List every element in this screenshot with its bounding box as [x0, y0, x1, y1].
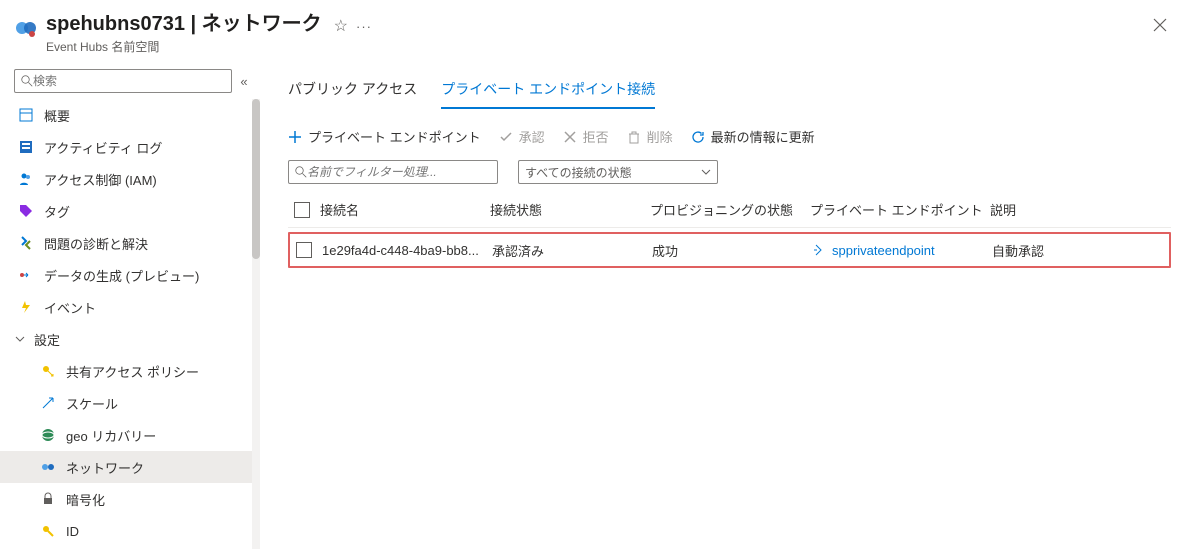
tab-public-access[interactable]: パブリック アクセス — [288, 71, 417, 109]
table-row[interactable]: 1e29fa4d-c448-4ba9-bb8... 承認済み 成功 sppriv… — [288, 232, 1171, 268]
sidebar-item-tags[interactable]: タグ — [0, 195, 260, 227]
scale-icon — [40, 395, 56, 411]
private-endpoint-link[interactable]: spprivateendpoint — [812, 243, 992, 258]
filter-by-name[interactable] — [288, 160, 498, 184]
resource-icon — [14, 16, 38, 40]
chevron-down-icon — [701, 167, 711, 177]
sidebar-item-label: 共有アクセス ポリシー — [66, 362, 199, 381]
sidebar-item-label: アクセス制御 (IAM) — [44, 170, 157, 189]
sidebar-item-label: 問題の診断と解決 — [44, 234, 148, 253]
sidebar-item-shared-access[interactable]: 共有アクセス ポリシー — [0, 355, 260, 387]
close-icon[interactable] — [1149, 14, 1171, 36]
sidebar-item-label: イベント — [44, 298, 96, 317]
sidebar-item-generate-data[interactable]: データの生成 (プレビュー) — [0, 259, 260, 291]
chevron-down-icon — [14, 333, 26, 345]
sidebar-item-label: スケール — [66, 394, 118, 413]
search-icon — [295, 166, 307, 178]
table-header-row: 接続名 接続状態 プロビジョニングの状態 プライベート エンドポイント 説明 — [288, 192, 1171, 228]
col-connection-name[interactable]: 接続名 — [320, 200, 490, 219]
sidebar-item-geo-recovery[interactable]: geo リカバリー — [0, 419, 260, 451]
approve-button[interactable]: 承認 — [499, 127, 545, 146]
sidebar-section-label: 設定 — [34, 330, 60, 349]
diagnose-icon — [18, 235, 34, 251]
sidebar-item-label: 概要 — [44, 106, 70, 125]
sidebar-item-label: アクティビティ ログ — [44, 138, 162, 157]
check-icon — [499, 130, 513, 144]
cell-connection-state: 承認済み — [492, 241, 652, 260]
more-actions-icon[interactable]: ··· — [356, 19, 372, 34]
resource-type-subtitle: Event Hubs 名前空間 — [46, 38, 322, 55]
select-all-checkbox[interactable] — [294, 202, 310, 218]
add-private-endpoint-button[interactable]: プライベート エンドポイント — [288, 127, 481, 146]
delete-button[interactable]: 削除 — [627, 127, 673, 146]
id-icon — [40, 523, 56, 539]
iam-icon — [18, 171, 34, 187]
sidebar-item-label: geo リカバリー — [66, 426, 156, 445]
search-icon — [21, 75, 33, 87]
reject-button[interactable]: 拒否 — [563, 127, 609, 146]
favorite-star-icon[interactable]: ☆ — [334, 16, 348, 36]
globe-icon — [40, 427, 56, 443]
refresh-button[interactable]: 最新の情報に更新 — [691, 127, 815, 146]
cell-provisioning: 成功 — [652, 241, 812, 260]
trash-icon — [627, 130, 641, 144]
sidebar-item-label: タグ — [44, 202, 70, 221]
refresh-icon — [691, 130, 705, 144]
filter-state-label: すべての接続の状態 — [525, 164, 632, 181]
sidebar-item-scale[interactable]: スケール — [0, 387, 260, 419]
sidebar-scrollbar-track[interactable] — [252, 99, 260, 549]
cell-description: 自動承認 — [992, 241, 1112, 260]
cell-connection-name: 1e29fa4d-c448-4ba9-bb8... — [322, 243, 492, 258]
sidebar-item-iam[interactable]: アクセス制御 (IAM) — [0, 163, 260, 195]
plus-icon — [288, 130, 302, 144]
sidebar-item-label: データの生成 (プレビュー) — [44, 266, 199, 285]
row-checkbox[interactable] — [296, 242, 312, 258]
filter-connection-state[interactable]: すべての接続の状態 — [518, 160, 718, 184]
sidebar-item-label: ネットワーク — [66, 458, 144, 477]
sidebar-item-encryption[interactable]: 暗号化 — [0, 483, 260, 515]
sidebar-item-overview[interactable]: 概要 — [0, 99, 260, 131]
sidebar-item-label: ID — [66, 524, 79, 539]
col-description[interactable]: 説明 — [990, 200, 1110, 219]
sidebar-item-label: 暗号化 — [66, 490, 105, 509]
sidebar-item-activity-log[interactable]: アクティビティ ログ — [0, 131, 260, 163]
col-connection-state[interactable]: 接続状態 — [490, 200, 650, 219]
sidebar-item-network[interactable]: ネットワーク — [0, 451, 260, 483]
sidebar-item-events[interactable]: イベント — [0, 291, 260, 323]
page-title: spehubns0731 | ネットワーク — [46, 12, 322, 36]
sidebar-section-settings[interactable]: 設定 — [0, 323, 260, 355]
col-private-endpoint[interactable]: プライベート エンドポイント — [810, 200, 990, 219]
col-provisioning[interactable]: プロビジョニングの状態 — [650, 200, 810, 219]
lock-icon — [40, 491, 56, 507]
sidebar-search[interactable] — [14, 69, 232, 93]
sidebar-item-diagnose[interactable]: 問題の診断と解決 — [0, 227, 260, 259]
network-icon — [40, 459, 56, 475]
events-icon — [18, 299, 34, 315]
tag-icon — [18, 203, 34, 219]
collapse-sidebar-icon[interactable]: « — [232, 74, 256, 89]
sidebar-scrollbar-thumb[interactable] — [252, 99, 260, 259]
sidebar-search-input[interactable] — [33, 74, 225, 88]
tab-private-endpoint[interactable]: プライベート エンドポイント接続 — [441, 71, 655, 109]
sidebar-item-id[interactable]: ID — [0, 515, 260, 547]
generate-data-icon — [18, 267, 34, 283]
filter-name-input[interactable] — [307, 165, 491, 179]
endpoint-icon — [812, 243, 826, 257]
overview-icon — [18, 107, 34, 123]
activity-log-icon — [18, 139, 34, 155]
x-icon — [563, 130, 577, 144]
key-icon — [40, 363, 56, 379]
